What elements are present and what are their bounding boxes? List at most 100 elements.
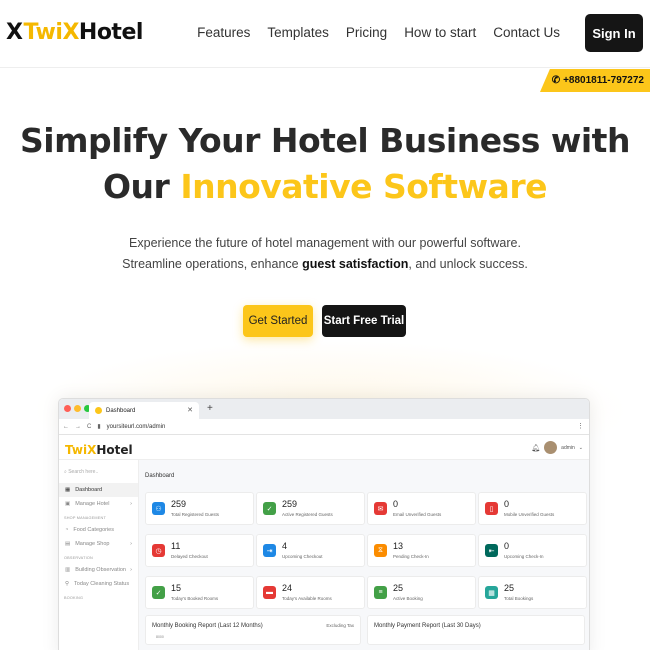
nav-features[interactable]: Features bbox=[197, 25, 250, 40]
stat-card[interactable]: ⧖ 13 Pending Check-In bbox=[367, 534, 476, 567]
stat-label: Today's Available Rooms bbox=[282, 596, 332, 601]
sidebar-item-today-cleaning: ⚲ Today Cleaning Status bbox=[59, 577, 138, 591]
nav-pricing[interactable]: Pricing bbox=[346, 25, 387, 40]
stat-label: Upcoming Checkout bbox=[282, 554, 323, 559]
stat-card[interactable]: ⚇ 259 Total Registered Guests bbox=[145, 492, 254, 525]
app-user-menu: 🔔︎ admin ⌄ bbox=[531, 441, 583, 454]
stat-card[interactable]: ▬ 24 Today's Available Rooms bbox=[256, 576, 365, 609]
list-icon: ≡ bbox=[374, 586, 387, 599]
get-started-button[interactable]: Get Started bbox=[243, 305, 313, 337]
admin-app: TwiXHotel 🔔︎ admin ⌄ ⌕ Search here.. ▦ Da… bbox=[59, 436, 589, 650]
stat-value: 0 bbox=[393, 499, 399, 509]
bell-icon: 🔔︎ bbox=[531, 444, 541, 452]
hero-sub-part2: , and unlock success. bbox=[408, 257, 528, 271]
hero-title-plain: Our bbox=[103, 167, 181, 206]
hotel-icon: ▣ bbox=[65, 501, 71, 507]
chevron-icon: › bbox=[130, 567, 132, 573]
nav-contact-us[interactable]: Contact Us bbox=[493, 25, 560, 40]
bed-icon: ▬ bbox=[263, 586, 276, 599]
sidebar-item-dashboard: ▦ Dashboard bbox=[59, 483, 138, 497]
user-name: admin bbox=[561, 444, 575, 451]
stat-card[interactable]: ✓ 15 Today's Booked Rooms bbox=[145, 576, 254, 609]
sidebar-label-dashboard: Dashboard bbox=[75, 487, 103, 493]
stat-label: Delayed Checkout bbox=[171, 554, 208, 559]
stat-value: 0 bbox=[504, 499, 510, 509]
logout-icon: ⇥ bbox=[263, 544, 276, 557]
stat-value: 25 bbox=[504, 583, 515, 593]
window-controls bbox=[64, 405, 91, 412]
stat-value: 25 bbox=[393, 583, 404, 593]
url-text: yoursiteurl.com/admin bbox=[106, 423, 166, 430]
phone-badge[interactable]: ✆ +8801811-797272 bbox=[540, 69, 650, 92]
top-navbar: X Twi X Hotel Features Templates Pricing… bbox=[0, 0, 650, 68]
address-bar: ← → C ▮ yoursiteurl.com/admin ⋮ bbox=[59, 419, 589, 435]
food-icon: ◔ bbox=[65, 527, 69, 533]
stat-label: Email Unverified Guests bbox=[393, 512, 442, 517]
sidebar-label-building-observation: Building Observation bbox=[75, 567, 126, 573]
sidebar-group-booking: BOOKING bbox=[64, 596, 84, 600]
more-icon: ⋮ bbox=[577, 423, 584, 430]
browser-tab: Dashboard ✕ bbox=[89, 402, 199, 419]
mail-icon: ✉ bbox=[374, 502, 387, 515]
stat-card[interactable]: ✉ 0 Email Unverified Guests bbox=[367, 492, 476, 525]
check-icon: ✓ bbox=[152, 586, 165, 599]
phone-icon: ✆ bbox=[551, 75, 561, 86]
users-icon: ⚇ bbox=[152, 502, 165, 515]
stat-card[interactable]: ✓ 259 Active Registered Guests bbox=[256, 492, 365, 525]
user-check-icon: ✓ bbox=[263, 502, 276, 515]
app-logo-hotel: Hotel bbox=[96, 443, 133, 457]
brand-logo[interactable]: X Twi X Hotel bbox=[6, 20, 143, 45]
monthly-booking-report: Monthly Booking Report (Last 12 Months) … bbox=[145, 615, 361, 645]
stat-card[interactable]: ⇤ 0 Upcoming Check-In bbox=[478, 534, 587, 567]
stat-value: 13 bbox=[393, 541, 404, 551]
phone-number: +8801811-797272 bbox=[563, 75, 644, 86]
app-header: TwiXHotel 🔔︎ admin ⌄ bbox=[59, 436, 589, 460]
close-dot-icon bbox=[64, 405, 71, 412]
stat-label: Pending Check-In bbox=[393, 554, 429, 559]
back-icon: ← bbox=[63, 423, 69, 430]
tab-title: Dashboard bbox=[106, 407, 136, 414]
minimize-dot-icon bbox=[74, 405, 81, 412]
report-y-label: 8000 bbox=[156, 635, 164, 639]
stat-label: Total Bookings bbox=[504, 596, 534, 601]
stat-value: 0 bbox=[504, 541, 510, 551]
sidebar-item-food-categories: ◔ Food Categories bbox=[59, 523, 138, 537]
hero-sub-bold: guest satisfaction bbox=[302, 257, 409, 271]
stat-card[interactable]: ≡ 25 Active Booking bbox=[367, 576, 476, 609]
nav-how-to-start[interactable]: How to start bbox=[404, 25, 476, 40]
stat-value: 259 bbox=[282, 499, 298, 509]
app-logo-twix: TwiX bbox=[65, 443, 97, 457]
sidebar-item-building-observation: ▥ Building Observation › bbox=[59, 563, 138, 577]
report-title: Monthly Payment Report (Last 30 Days) bbox=[374, 623, 481, 629]
reload-icon: C bbox=[87, 423, 92, 430]
favicon-icon bbox=[95, 407, 102, 414]
logo-mark: X bbox=[6, 20, 23, 45]
mobile-icon: ▯ bbox=[485, 502, 498, 515]
stat-label: Active Booking bbox=[393, 596, 423, 601]
forward-icon: → bbox=[75, 423, 81, 430]
app-logo: TwiXHotel bbox=[65, 443, 133, 457]
stat-card[interactable]: ⇥ 4 Upcoming Checkout bbox=[256, 534, 365, 567]
nav-templates[interactable]: Templates bbox=[267, 25, 329, 40]
app-sidebar: ⌕ Search here.. ▦ Dashboard ▣ Manage Hotel… bbox=[59, 460, 139, 650]
stat-card[interactable]: ▯ 0 Mobile Unverified Guests bbox=[478, 492, 587, 525]
stat-value: 11 bbox=[171, 541, 181, 551]
sign-in-button[interactable]: Sign In bbox=[585, 14, 643, 52]
hero-subtitle: Experience the future of hotel managemen… bbox=[110, 233, 540, 275]
app-main: Dashboard ⚇ 259 Total Registered Guests ✓ 25… bbox=[139, 460, 589, 650]
logo-twix: Twi bbox=[23, 20, 63, 45]
hero-title: Simplify Your Hotel Business with Our In… bbox=[0, 118, 650, 210]
stat-value: 24 bbox=[282, 583, 293, 593]
browser-tabbar: Dashboard ✕ + bbox=[59, 399, 589, 419]
stat-label: Mobile Unverified Guests bbox=[504, 512, 555, 517]
sidebar-label-manage-shop: Manage Shop bbox=[75, 541, 110, 547]
chevron-icon: › bbox=[130, 501, 132, 507]
report-title: Monthly Booking Report (Last 12 Months) bbox=[152, 623, 263, 629]
logo-hotel: Hotel bbox=[78, 20, 144, 45]
stat-card[interactable]: ▦ 25 Total Bookings bbox=[478, 576, 587, 609]
start-free-trial-button[interactable]: Start Free Trial bbox=[322, 305, 406, 337]
stat-card[interactable]: ◷ 11 Delayed Checkout bbox=[145, 534, 254, 567]
monthly-payment-report: Monthly Payment Report (Last 30 Days) bbox=[367, 615, 585, 645]
sidebar-item-manage-hotel: ▣ Manage Hotel › bbox=[59, 497, 138, 511]
hero-title-accent: Innovative Software bbox=[180, 167, 547, 206]
